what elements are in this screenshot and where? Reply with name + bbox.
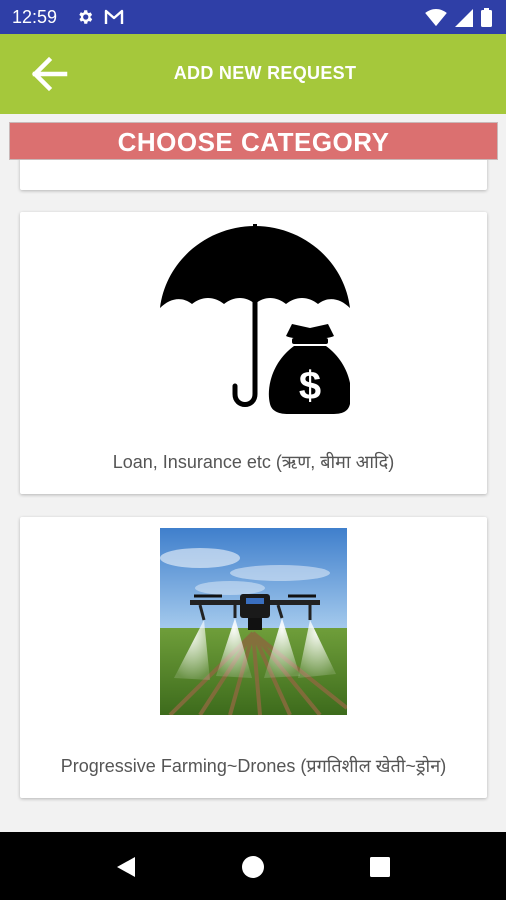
status-left-icons [76, 8, 124, 26]
back-triangle-icon [117, 857, 135, 877]
status-right-icons [425, 8, 492, 27]
category-list[interactable]: $ Loan, Insurance etc (ऋण, बीमा आदि) Pro… [0, 160, 506, 832]
gear-icon [79, 10, 93, 24]
choose-category-banner: CHOOSE CATEGORY [9, 122, 498, 160]
gmail-icon [104, 9, 124, 24]
banner-text: CHOOSE CATEGORY [117, 127, 390, 157]
nav-home-button[interactable] [238, 852, 268, 882]
umbrella-money-bag-icon: $ [160, 224, 350, 414]
category-label-drones: Progressive Farming~Drones (प्रगतिशील खे… [60, 756, 447, 776]
battery-icon [481, 8, 492, 27]
category-label-loan: Loan, Insurance etc (ऋण, बीमा आदि) [112, 452, 395, 472]
nav-recents-button[interactable] [365, 852, 395, 882]
wifi-icon [425, 8, 447, 26]
recents-square-icon [370, 857, 390, 877]
category-card-previous[interactable] [20, 160, 487, 190]
nav-back-button[interactable] [111, 852, 141, 882]
app-bar: ADD NEW REQUEST [0, 34, 506, 114]
status-bar: 12:59 [0, 0, 506, 34]
cell-signal-icon [455, 8, 473, 27]
svg-text:$: $ [299, 364, 321, 408]
navigation-bar [0, 832, 506, 900]
drone-spraying-field-photo [160, 528, 347, 715]
page-title: ADD NEW REQUEST [173, 63, 357, 83]
category-card-loan-insurance[interactable]: $ Loan, Insurance etc (ऋण, बीमा आदि) [20, 212, 487, 494]
category-card-drones[interactable]: Progressive Farming~Drones (प्रगतिशील खे… [20, 517, 487, 798]
home-circle-icon [242, 856, 264, 878]
status-time: 12:59 [12, 7, 58, 27]
